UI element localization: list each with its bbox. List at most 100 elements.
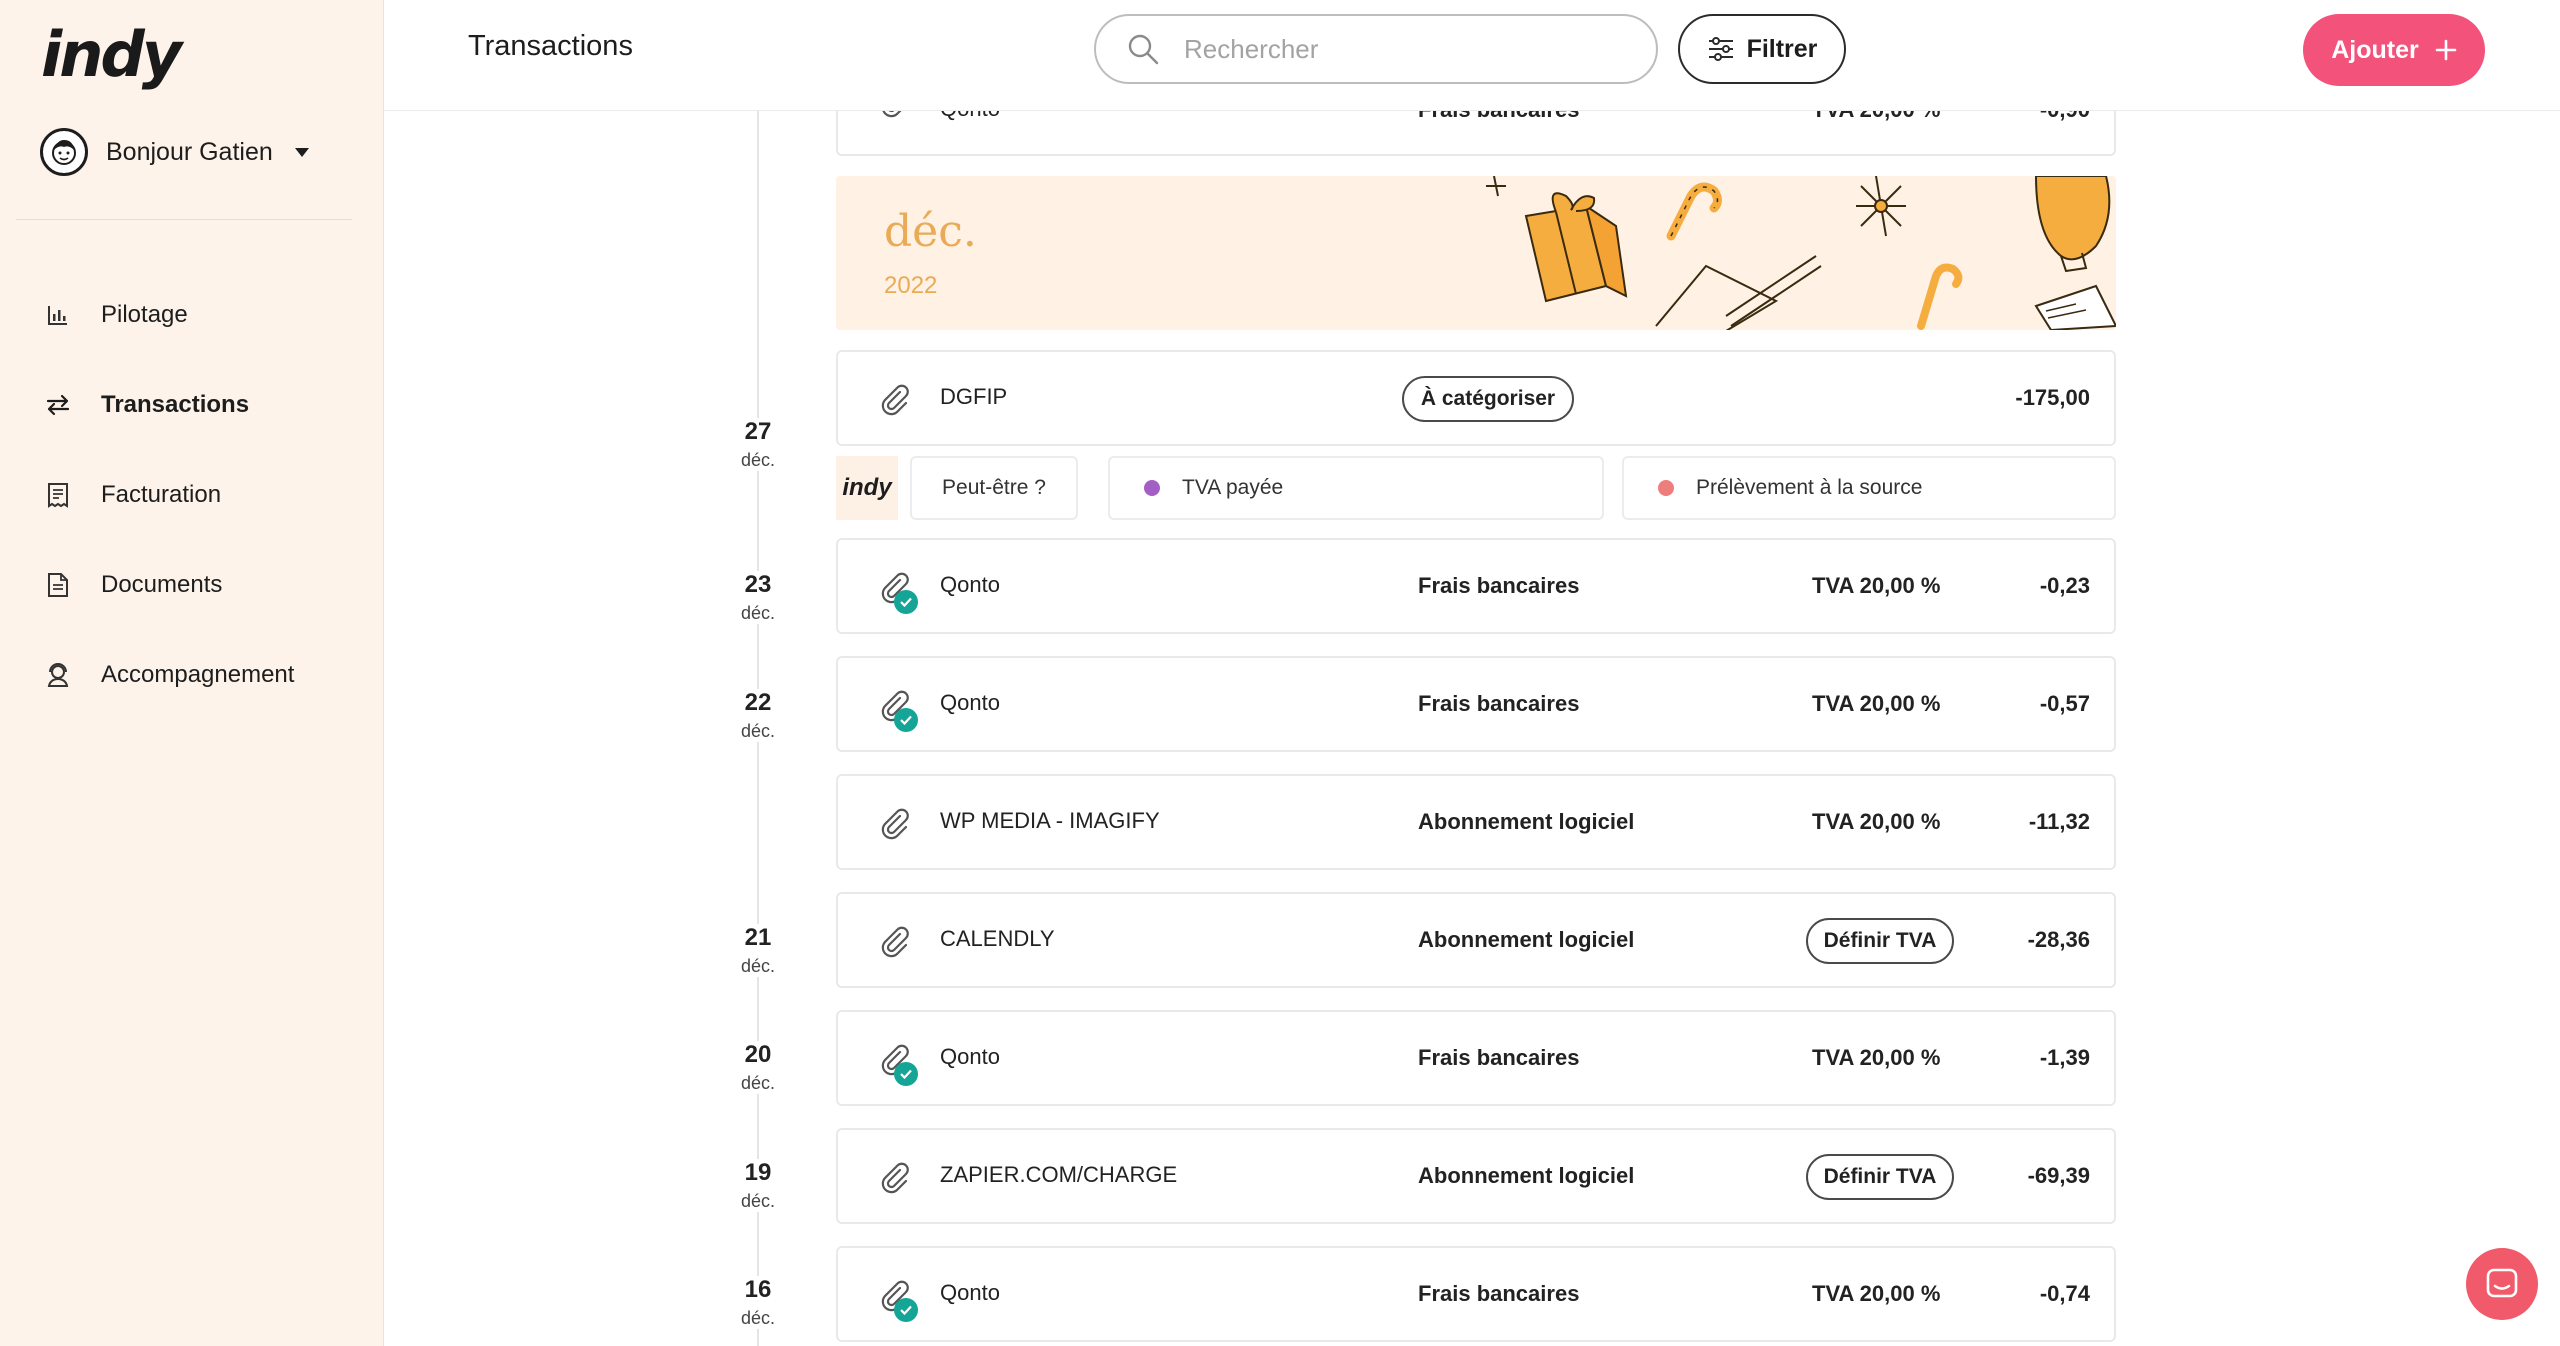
check-icon [894, 1062, 918, 1086]
table-row[interactable]: Qonto Frais bancaires TVA 20,00 % -0,23 [836, 538, 2116, 634]
paperclip-icon [881, 384, 909, 416]
paperclip-icon [881, 1162, 909, 1194]
define-tva-button[interactable]: Définir TVA [1806, 918, 1954, 964]
transaction-label: Qonto [940, 1280, 1000, 1305]
transaction-category: Abonnement logiciel [1418, 1163, 1635, 1188]
search-box[interactable] [1094, 14, 1658, 84]
indy-logo[interactable]: indy [41, 18, 182, 91]
transaction-amount: -0,23 [2039, 573, 2090, 598]
avatar [40, 128, 88, 176]
sidebar-item-label: Accompagnement [101, 661, 295, 688]
date-label: 27 déc. [720, 418, 796, 471]
sidebar-item-label: Transactions [101, 391, 250, 418]
filter-label: Filtrer [1746, 34, 1818, 63]
transaction-label: Qonto [940, 572, 1000, 597]
check-icon [894, 1298, 918, 1322]
arrows-exchange-icon [45, 392, 71, 418]
chat-launcher-button[interactable] [2466, 1248, 2538, 1320]
transaction-amount: -28,36 [2027, 927, 2090, 952]
date-label: 20 déc. [720, 1041, 796, 1094]
candy-cane-icon [1917, 263, 1963, 330]
avatar-face-icon [52, 140, 76, 165]
paperclip-icon [881, 808, 909, 840]
transaction-category: Abonnement logiciel [1418, 809, 1635, 834]
sidebar-item-pilotage[interactable]: Pilotage [0, 270, 383, 360]
document-icon [45, 572, 71, 598]
sidebar-item-documents[interactable]: Documents [0, 540, 383, 630]
table-row[interactable]: Qonto Frais bancaires TVA 20,00 % -1,39 [836, 1010, 2116, 1106]
support-agent-icon [45, 662, 71, 688]
date-label: 21 déc. [720, 924, 796, 977]
check-icon [894, 708, 918, 732]
add-label: Ajouter [2331, 35, 2419, 64]
transaction-tva: TVA 20,00 % [1812, 809, 1941, 834]
suggestion-tva-payee[interactable]: TVA payée [1108, 456, 1604, 520]
transaction-label: WP MEDIA - IMAGIFY [940, 808, 1160, 833]
transaction-tva: TVA 20,00 % [1812, 573, 1941, 598]
sidebar: indy Bonjour Gatien Pilotage Transaction… [0, 0, 384, 1346]
transaction-category: Frais bancaires [1418, 573, 1580, 598]
transaction-category: Frais bancaires [1418, 691, 1580, 716]
search-input[interactable] [1182, 32, 1606, 66]
maybe-suggestion[interactable]: Peut-être ? [910, 456, 1078, 520]
transaction-category: Abonnement logiciel [1418, 927, 1635, 952]
snowflake-icon [1856, 176, 1906, 237]
date-label: 22 déc. [720, 689, 796, 742]
transaction-amount: -0,57 [2039, 691, 2090, 716]
transaction-category: Frais bancaires [1418, 1045, 1580, 1070]
transaction-amount: -1,39 [2039, 1045, 2090, 1070]
user-menu[interactable]: Bonjour Gatien [40, 128, 309, 176]
transaction-label: DGFIP [940, 384, 1008, 409]
sidebar-item-facturation[interactable]: Facturation [0, 450, 383, 540]
date-label: 19 déc. [720, 1159, 796, 1212]
table-row[interactable]: CALENDLY Abonnement logiciel Définir TVA… [836, 892, 2116, 988]
transaction-amount: -69,39 [2027, 1163, 2090, 1188]
plus-icon [2435, 39, 2457, 61]
transaction-amount: -0,74 [2039, 1281, 2090, 1306]
sparkle-icon [1486, 176, 1506, 197]
banner-month: déc. [884, 206, 977, 257]
laptop-icon [1655, 255, 1822, 330]
date-label: 23 déc. [720, 571, 796, 624]
bar-chart-icon [45, 302, 71, 328]
maybe-label: Peut-être ? [942, 476, 1046, 499]
bell-icon [2034, 176, 2111, 273]
transaction-category: Frais bancaires [1418, 1281, 1580, 1306]
transaction-amount: -11,32 [2028, 809, 2090, 834]
envelope-icon [2034, 284, 2116, 330]
table-row[interactable]: ZAPIER.COM/CHARGE Abonnement logiciel Dé… [836, 1128, 2116, 1224]
page-title: Transactions [468, 30, 633, 62]
banner-year: 2022 [884, 272, 938, 299]
transaction-label: Qonto [940, 690, 1000, 715]
sidebar-divider [16, 219, 352, 220]
add-button[interactable]: Ajouter [2303, 14, 2485, 86]
table-row[interactable]: Qonto Frais bancaires TVA 20,00 % -0,74 [836, 1246, 2116, 1342]
sidebar-item-accompagnement[interactable]: Accompagnement [0, 630, 383, 720]
indy-mini-logo: indy [836, 456, 898, 520]
suggestion-prelevement[interactable]: Prélèvement à la source [1622, 456, 2116, 520]
transaction-tva: TVA 20,00 % [1812, 691, 1941, 716]
filter-button[interactable]: Filtrer [1678, 14, 1846, 84]
transaction-amount: -175,00 [2015, 385, 2090, 410]
define-tva-button[interactable]: Définir TVA [1806, 1154, 1954, 1200]
month-banner: déc. 2022 [836, 176, 2116, 330]
sliders-icon [1708, 37, 1733, 61]
purple-dot-icon [1144, 480, 1160, 496]
table-row[interactable]: WP MEDIA - IMAGIFY Abonnement logiciel T… [836, 774, 2116, 870]
transaction-label: Qonto [940, 1044, 1000, 1069]
suggestion-label: Prélèvement à la source [1696, 476, 1923, 499]
table-row[interactable]: Qonto Frais bancaires TVA 20,00 % -0,57 [836, 656, 2116, 752]
transaction-label: ZAPIER.COM/CHARGE [940, 1162, 1178, 1187]
search-icon [1128, 34, 1159, 65]
invoice-icon [45, 482, 71, 508]
sidebar-nav: Pilotage Transactions Facturation Docume… [0, 270, 383, 720]
red-dot-icon [1658, 480, 1674, 496]
table-row[interactable]: DGFIP À catégoriser -175,00 [836, 350, 2116, 446]
sidebar-item-label: Pilotage [101, 301, 188, 328]
suggestion-label: TVA payée [1182, 476, 1284, 499]
categorize-button[interactable]: À catégoriser [1402, 376, 1574, 422]
user-greeting: Bonjour Gatien [106, 137, 273, 166]
sidebar-item-transactions[interactable]: Transactions [0, 360, 383, 450]
gift-icon [1524, 192, 1628, 303]
chat-icon [2486, 1268, 2518, 1298]
